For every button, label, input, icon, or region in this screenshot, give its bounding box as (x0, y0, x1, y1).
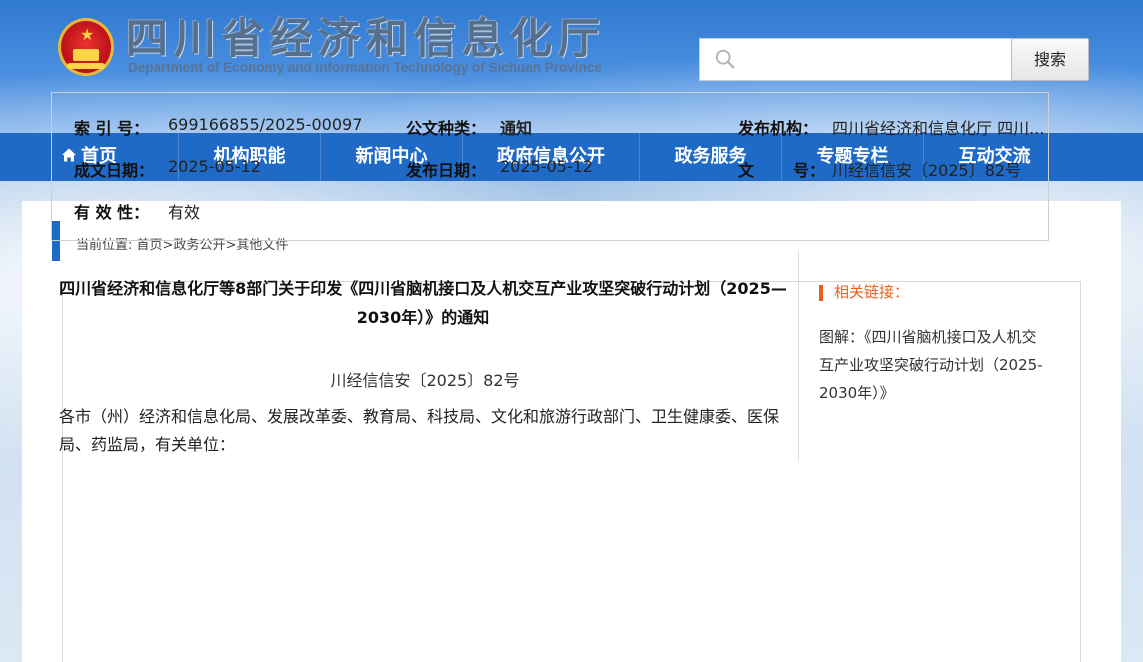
meta-docno-value: 川经信信安〔2025〕82号 (832, 161, 1022, 180)
meta-docno-label: 文 号： (738, 161, 825, 180)
meta-publisher-label: 发布机构： (738, 119, 819, 138)
national-emblem-icon: ★ (58, 18, 114, 76)
related-links-title: 相关链接： (834, 283, 910, 301)
article-body: 四川省经济和信息化厅等8部门关于印发《四川省脑机接口及人机交互产业攻坚突破行动计… (51, 251, 799, 461)
meta-published-value: 2025-05-12 (500, 157, 593, 176)
article-title: 四川省经济和信息化厅等8部门关于印发《四川省脑机接口及人机交互产业攻坚突破行动计… (59, 279, 787, 327)
site-subtitle: Department of Economy and Information Te… (128, 60, 602, 75)
meta-category-label: 公文种类： (406, 119, 487, 138)
search-input[interactable] (746, 47, 1001, 73)
related-link-item[interactable]: 图解：《四川省脑机接口及人机交互产业攻坚突破行动计划（2025-2030年）》 (819, 323, 1044, 407)
meta-index-value: 699166855/2025-00097 (168, 115, 363, 134)
document-meta-table: 索 引 号： 699166855/2025-00097 公文种类： 通知 发布机… (51, 92, 1049, 241)
meta-validity-label: 有 效 性： (74, 203, 150, 222)
site-title[interactable]: 四川省经济和信息化厅 (126, 14, 606, 64)
meta-category-value: 通知 (500, 119, 533, 138)
article-doc-number: 川经信信安〔2025〕82号 (330, 371, 520, 390)
meta-created-value: 2025-05-12 (168, 157, 261, 176)
search-button[interactable]: 搜索 (1011, 38, 1089, 81)
article-addressees: 各市（州）经济和信息化局、发展改革委、教育局、科技局、文化和旅游行政部门、卫生健… (59, 407, 780, 454)
search-box[interactable] (699, 38, 1012, 81)
meta-publisher-value: 四川省经济和信息化厅 四川... (832, 119, 1045, 138)
meta-validity-value: 有效 (168, 203, 201, 222)
related-links-accent (819, 285, 823, 301)
search-icon (715, 49, 735, 69)
meta-created-label: 成文日期： (74, 161, 155, 180)
meta-published-label: 发布日期： (406, 161, 487, 180)
meta-index-label: 索 引 号： (74, 119, 150, 138)
